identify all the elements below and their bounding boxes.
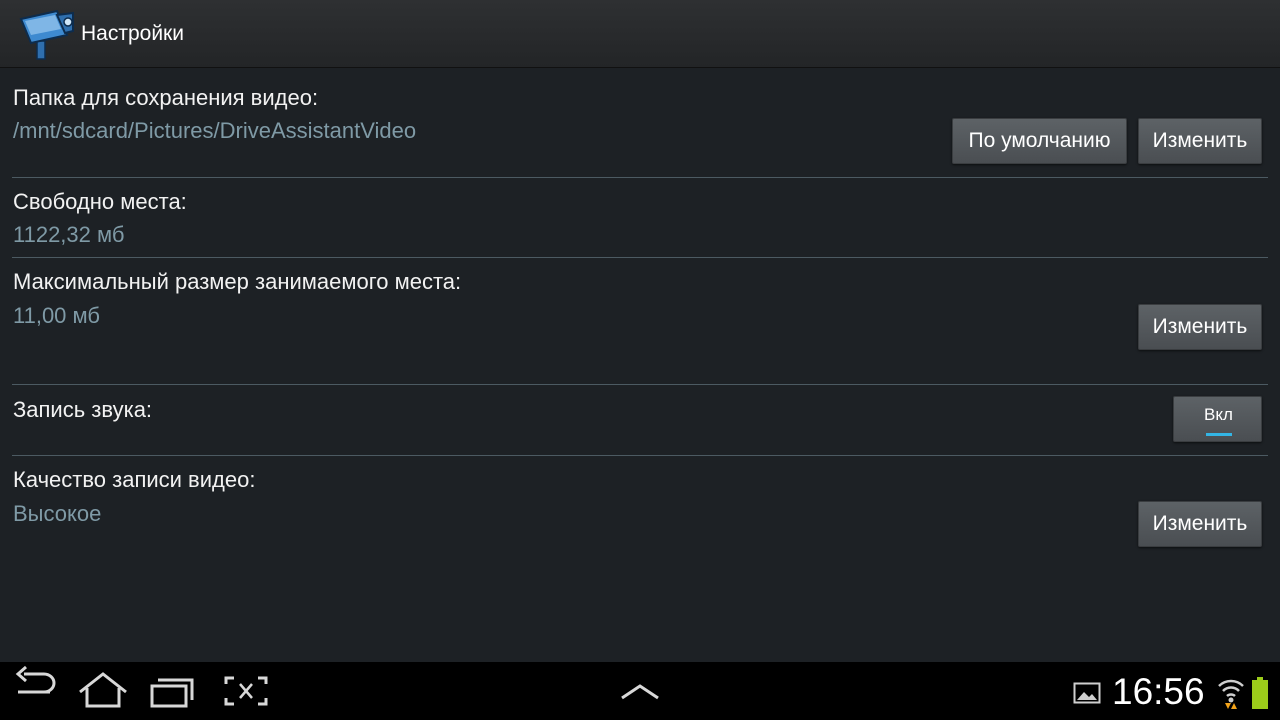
- page-title: Настройки: [81, 22, 184, 45]
- wifi-icon: [1218, 679, 1244, 709]
- gallery-notification-icon[interactable]: [1073, 682, 1101, 704]
- free-space-value: 1122,32 мб: [13, 222, 125, 247]
- toggle-indicator: [1206, 433, 1232, 436]
- default-folder-button[interactable]: По умолчанию: [952, 118, 1127, 164]
- action-bar: Настройки: [0, 0, 1280, 68]
- sound-toggle[interactable]: Вкл: [1173, 396, 1262, 442]
- quality-label: Качество записи видео:: [13, 467, 256, 492]
- quality-value: Высокое: [13, 501, 102, 526]
- system-nav-bar: 16:56: [0, 662, 1280, 720]
- status-clock: 16:56: [1112, 671, 1205, 712]
- divider: [12, 455, 1268, 456]
- max-size-label: Максимальный размер занимаемого места:: [13, 269, 462, 294]
- menu-up-icon[interactable]: [618, 662, 662, 720]
- toggle-label: Вкл: [1204, 405, 1233, 424]
- divider: [12, 177, 1268, 178]
- free-space-label: Свободно места:: [13, 189, 187, 214]
- change-folder-button[interactable]: Изменить: [1138, 118, 1262, 164]
- screenshot-icon[interactable]: [222, 662, 270, 720]
- change-quality-button[interactable]: Изменить: [1138, 501, 1262, 547]
- camera-icon[interactable]: [17, 5, 75, 63]
- max-size-value: 11,00 мб: [13, 303, 101, 328]
- recent-apps-icon[interactable]: [148, 662, 198, 720]
- divider: [12, 257, 1268, 258]
- divider: [12, 384, 1268, 385]
- folder-path: /mnt/sdcard/Pictures/DriveAssistantVideo: [13, 118, 417, 143]
- battery-icon: [1252, 677, 1268, 709]
- folder-label: Папка для сохранения видео:: [13, 85, 319, 110]
- home-icon[interactable]: [76, 662, 130, 720]
- back-icon[interactable]: [10, 662, 58, 720]
- sound-label: Запись звука:: [13, 397, 153, 422]
- change-max-size-button[interactable]: Изменить: [1138, 304, 1262, 350]
